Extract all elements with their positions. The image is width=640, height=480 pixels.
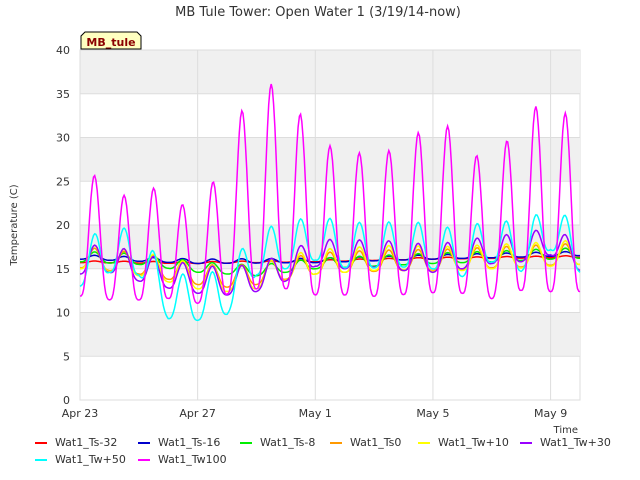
x-axis-label: Time <box>553 425 578 436</box>
y-tick-label: 35 <box>56 88 70 101</box>
site-badge-label: MB_tule <box>86 36 135 49</box>
x-tick-label: Apr 23 <box>62 407 99 420</box>
y-axis-label: Temperature (C) <box>9 184 20 266</box>
chart-title: MB Tule Tower: Open Water 1 (3/19/14-now… <box>175 5 461 20</box>
x-axis-ticks: Apr 23 Apr 27 May 1 May 5 May 9 <box>62 407 567 420</box>
x-tick-label: Apr 27 <box>179 407 216 420</box>
y-tick-label: 0 <box>63 394 70 407</box>
y-tick-label: 15 <box>56 263 70 276</box>
y-tick-label: 40 <box>56 44 70 57</box>
legend-swatch <box>35 459 47 461</box>
legend-label: Wat1_Tw+50 <box>55 453 126 466</box>
plot-band <box>80 50 580 94</box>
x-tick-label: May 1 <box>299 407 332 420</box>
plot-band <box>80 312 580 357</box>
legend-item: Wat1_Tw+50 <box>35 453 126 467</box>
legend-item: Wat1_Ts0 <box>330 436 401 450</box>
legend-item: Wat1_Ts-32 <box>35 436 117 450</box>
y-tick-label: 25 <box>56 175 70 188</box>
legend-item: Wat1_Ts-16 <box>138 436 220 450</box>
legend-label: Wat1_Ts-8 <box>260 436 316 449</box>
legend-label: Wat1_Tw+10 <box>438 436 509 449</box>
x-tick-label: May 5 <box>416 407 449 420</box>
legend-label: Wat1_Ts0 <box>350 436 402 449</box>
legend-swatch <box>35 442 47 444</box>
legend-item: Wat1_Tw+10 <box>418 436 509 450</box>
legend-swatch <box>240 442 252 444</box>
legend-item: Wat1_Tw+30 <box>520 436 611 450</box>
legend-item: Wat1_Tw100 <box>138 453 227 467</box>
legend-label: Wat1_Tw+30 <box>540 436 611 449</box>
legend-swatch <box>330 442 342 444</box>
y-tick-label: 30 <box>56 132 70 145</box>
legend-item: Wat1_Ts-8 <box>240 436 315 450</box>
legend-swatch <box>520 442 532 444</box>
legend-label: Wat1_Tw100 <box>158 453 227 466</box>
y-tick-label: 20 <box>56 219 70 232</box>
y-axis-ticks: 0 5 10 15 20 25 30 35 40 <box>56 44 70 407</box>
legend-swatch <box>138 442 150 444</box>
legend-label: Wat1_Ts-16 <box>158 436 221 449</box>
legend-label: Wat1_Ts-32 <box>55 436 118 449</box>
site-badge: MB_tule <box>80 31 142 50</box>
chart: MB Tule Tower: Open Water 1 (3/19/14-now… <box>9 5 581 436</box>
x-tick-label: May 9 <box>534 407 567 420</box>
legend-swatch <box>418 442 430 444</box>
legend-swatch <box>138 459 150 461</box>
y-tick-label: 5 <box>63 350 70 363</box>
y-tick-label: 10 <box>56 307 70 320</box>
